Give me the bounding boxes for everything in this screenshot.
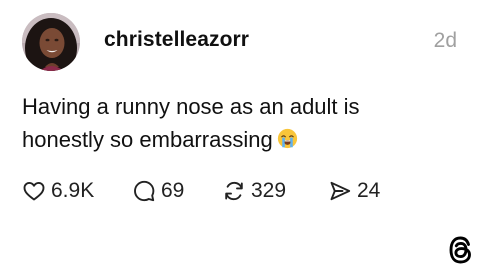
post-text-line-with-emoji: honestly so embarrassing: [22, 123, 462, 156]
repost-arrows-icon: [225, 181, 243, 201]
reply-button[interactable]: 69: [132, 176, 184, 206]
avatar-photo: [22, 13, 80, 71]
repost-button[interactable]: 329: [222, 176, 286, 206]
avatar[interactable]: [22, 13, 80, 71]
author-username[interactable]: christelleazorr: [104, 28, 249, 52]
threads-post: christelleazorr 2d Having a runny nose a…: [0, 0, 495, 279]
loudly-crying-face-icon: [277, 125, 298, 149]
like-button[interactable]: 6.9K: [22, 176, 94, 206]
threads-logo-icon: [449, 236, 471, 264]
repost-count: 329: [251, 179, 287, 202]
post-timestamp: 2d: [433, 29, 457, 52]
like-count: 6.9K: [51, 179, 95, 202]
post-text-line: Having a runny nose as an adult is: [22, 94, 360, 119]
share-count: 24: [357, 179, 381, 202]
post-body: Having a runny nose as an adult is hones…: [22, 90, 462, 156]
send-paper-plane-icon: [330, 181, 351, 201]
heart-icon: [23, 181, 45, 201]
reply-count: 69: [161, 179, 185, 202]
comment-bubble-icon: [134, 180, 155, 202]
post-text-line: honestly so embarrassing: [22, 127, 273, 152]
share-button[interactable]: 24: [328, 176, 380, 206]
